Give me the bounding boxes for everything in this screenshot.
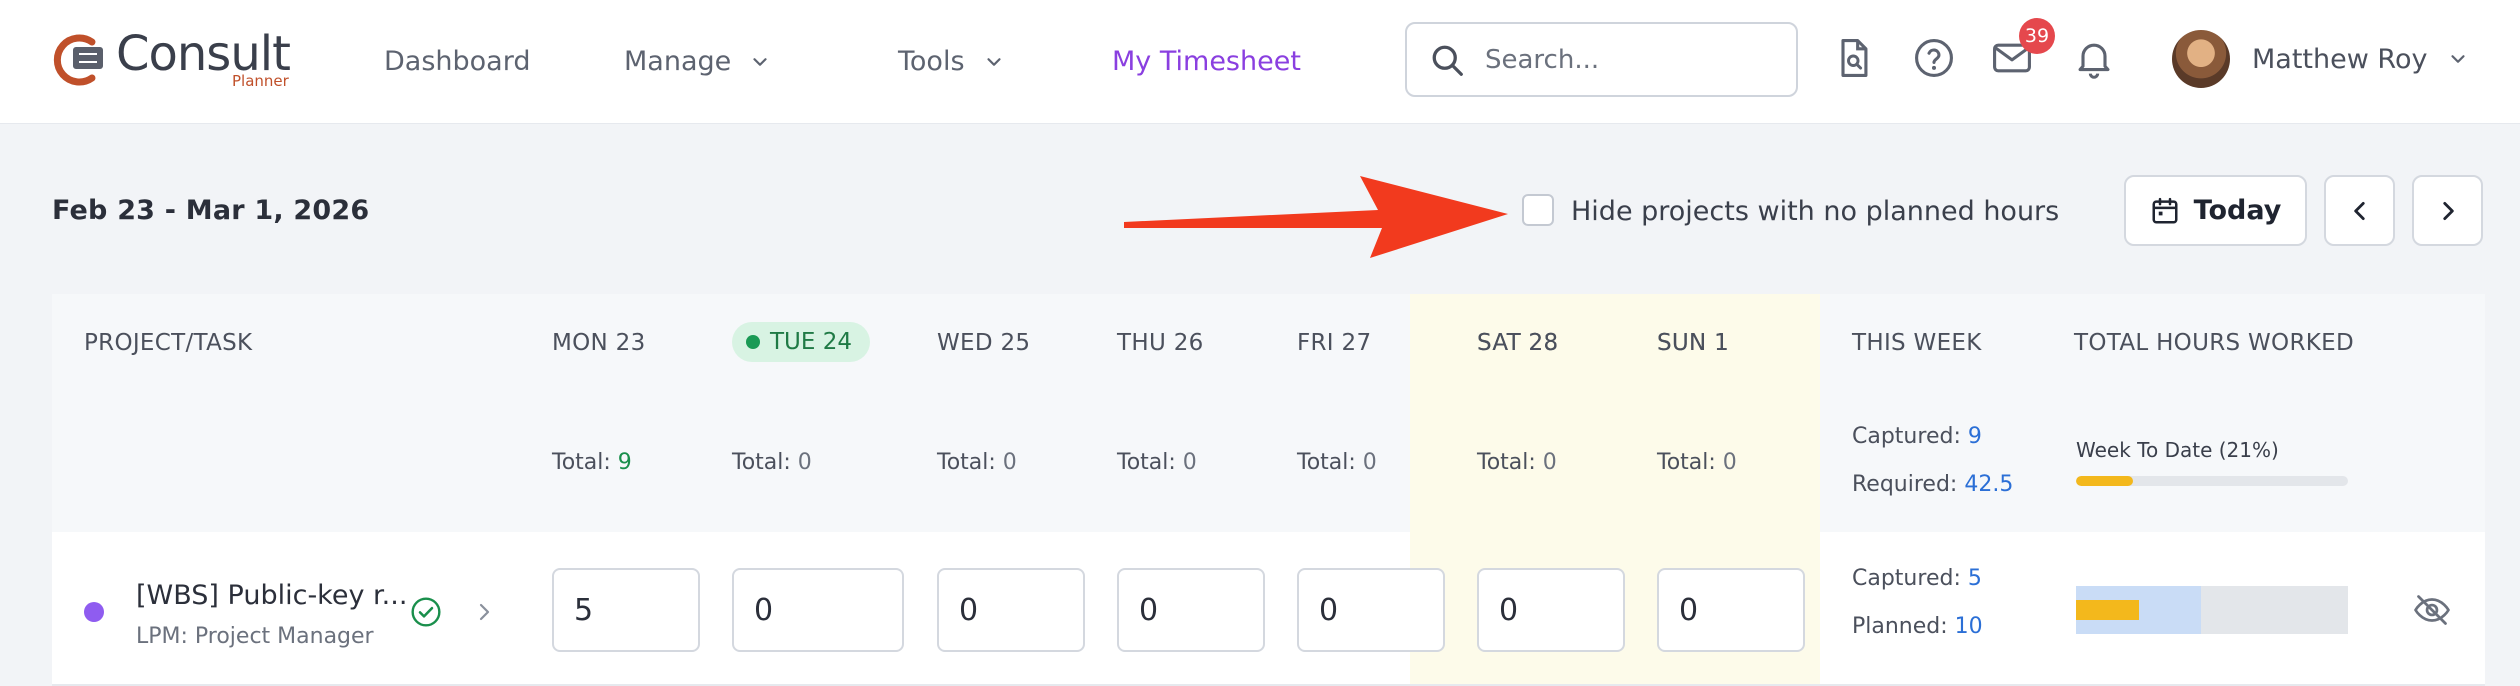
row-captured: Captured: 5 <box>1852 566 1982 591</box>
required-value: 42.5 <box>1964 472 2014 497</box>
column-header-sat: SAT 28 <box>1477 330 1559 356</box>
captured-hours-fill <box>2076 600 2139 620</box>
consult-logo-mark-icon <box>53 34 103 86</box>
planned-value: 10 <box>1954 614 1983 639</box>
document-search-icon[interactable] <box>1832 36 1876 80</box>
table-overlay: SAT 28 SUN 1 Total: 9 Total: 0 Total: 0 … <box>52 294 2485 686</box>
chevron-down-icon <box>2451 55 2466 63</box>
required-label: Required: <box>1852 472 1958 497</box>
top-navigation-bar: Consult Planner Dashboard Manage Tools M… <box>0 0 2520 124</box>
project-color-dot <box>84 602 104 622</box>
hide-projects-label[interactable]: Hide projects with no planned hours <box>1571 196 2059 227</box>
next-week-button[interactable] <box>2412 175 2483 246</box>
chevron-right-icon[interactable] <box>472 600 496 624</box>
user-menu[interactable]: Matthew Roy <box>2172 28 2469 90</box>
nav-manage[interactable]: Manage <box>624 46 771 77</box>
row-hours-bar <box>2076 586 2348 634</box>
date-range: Feb 23 - Mar 1, 2026 <box>52 195 370 226</box>
hours-input-fri[interactable] <box>1297 568 1445 652</box>
total-prefix: Total: <box>1297 450 1356 475</box>
consult-planner-logo[interactable]: Consult Planner <box>50 26 310 92</box>
approved-check-icon <box>411 597 441 627</box>
calendar-icon <box>2152 197 2178 223</box>
user-name: Matthew Roy <box>2252 43 2428 75</box>
total-value: 0 <box>1542 450 1557 475</box>
nav-my-timesheet[interactable]: My Timesheet <box>1112 46 1301 77</box>
nav-tools[interactable]: Tools <box>898 46 1005 77</box>
captured-label: Captured: <box>1852 566 1961 591</box>
total-prefix: Total: <box>937 450 996 475</box>
week-captured: Captured: 9 <box>1852 424 1982 449</box>
bell-icon[interactable] <box>2072 36 2116 80</box>
total-value: 0 <box>1182 450 1197 475</box>
table-row: [WBS] Public-key r... LPM: Project Manag… <box>52 532 2485 686</box>
total-prefix: Total: <box>552 450 611 475</box>
chevron-left-icon <box>2353 201 2365 220</box>
planned-label: Planned: <box>1852 614 1948 639</box>
nav-manage-label: Manage <box>624 46 732 77</box>
week-to-date-fill <box>2076 476 2134 486</box>
row-planned: Planned: 10 <box>1852 614 1983 639</box>
total-prefix: Total: <box>1117 450 1176 475</box>
total-prefix: Total: <box>1477 450 1536 475</box>
mail-count-badge: 39 <box>2019 18 2055 54</box>
day-total-wed: Total: 0 <box>937 450 1017 475</box>
previous-week-button[interactable] <box>2324 175 2395 246</box>
day-total-fri: Total: 0 <box>1297 450 1377 475</box>
captured-value: 5 <box>1967 566 1982 591</box>
chevron-down-icon <box>986 57 1001 66</box>
column-header-sun: SUN 1 <box>1657 330 1730 356</box>
hide-projects-checkbox[interactable] <box>1522 194 1554 226</box>
total-value: 0 <box>1722 450 1737 475</box>
project-task-title[interactable]: [WBS] Public-key r... <box>136 580 407 611</box>
day-total-thu: Total: 0 <box>1117 450 1197 475</box>
week-to-date-progress <box>2076 476 2348 486</box>
week-required: Required: 42.5 <box>1852 472 2013 497</box>
nav-my-timesheet-label: My Timesheet <box>1112 46 1301 77</box>
nav-dashboard[interactable]: Dashboard <box>384 46 530 77</box>
day-total-sat: Total: 0 <box>1477 450 1557 475</box>
nav-dashboard-label: Dashboard <box>384 46 531 77</box>
search-icon <box>1432 45 1463 76</box>
hours-input-thu[interactable] <box>1117 568 1265 652</box>
total-value: 0 <box>1002 450 1017 475</box>
hours-input-mon[interactable] <box>552 568 700 652</box>
red-arrow-annotation <box>1124 176 1508 258</box>
total-value: 0 <box>797 450 812 475</box>
total-value: 0 <box>1362 450 1377 475</box>
chevron-right-icon <box>2442 201 2454 220</box>
captured-label: Captured: <box>1852 424 1961 449</box>
search-input[interactable] <box>1485 44 1785 75</box>
help-icon[interactable] <box>1912 36 1956 80</box>
chevron-down-icon <box>753 57 767 66</box>
total-prefix: Total: <box>1657 450 1716 475</box>
avatar <box>2172 30 2230 88</box>
search-box[interactable] <box>1405 22 1798 97</box>
hours-input-sun[interactable] <box>1657 568 1805 652</box>
total-value: 9 <box>617 450 632 475</box>
brand-subtitle: Planner <box>232 72 289 90</box>
hide-eye-off-icon[interactable] <box>2412 592 2452 628</box>
hours-input-wed[interactable] <box>937 568 1085 652</box>
day-total-tue: Total: 0 <box>732 450 812 475</box>
today-button-label: Today <box>2193 195 2282 226</box>
nav-tools-label: Tools <box>898 46 965 77</box>
hours-input-tue[interactable] <box>732 568 904 652</box>
total-prefix: Total: <box>732 450 791 475</box>
captured-value: 9 <box>1967 424 1982 449</box>
hours-input-sat[interactable] <box>1477 568 1625 652</box>
week-to-date-label: Week To Date (21%) <box>2076 438 2279 462</box>
day-total-mon: Total: 9 <box>552 450 632 475</box>
today-button[interactable]: Today <box>2124 175 2307 246</box>
day-total-sun: Total: 0 <box>1657 450 1737 475</box>
project-role: LPM: Project Manager <box>136 624 374 649</box>
